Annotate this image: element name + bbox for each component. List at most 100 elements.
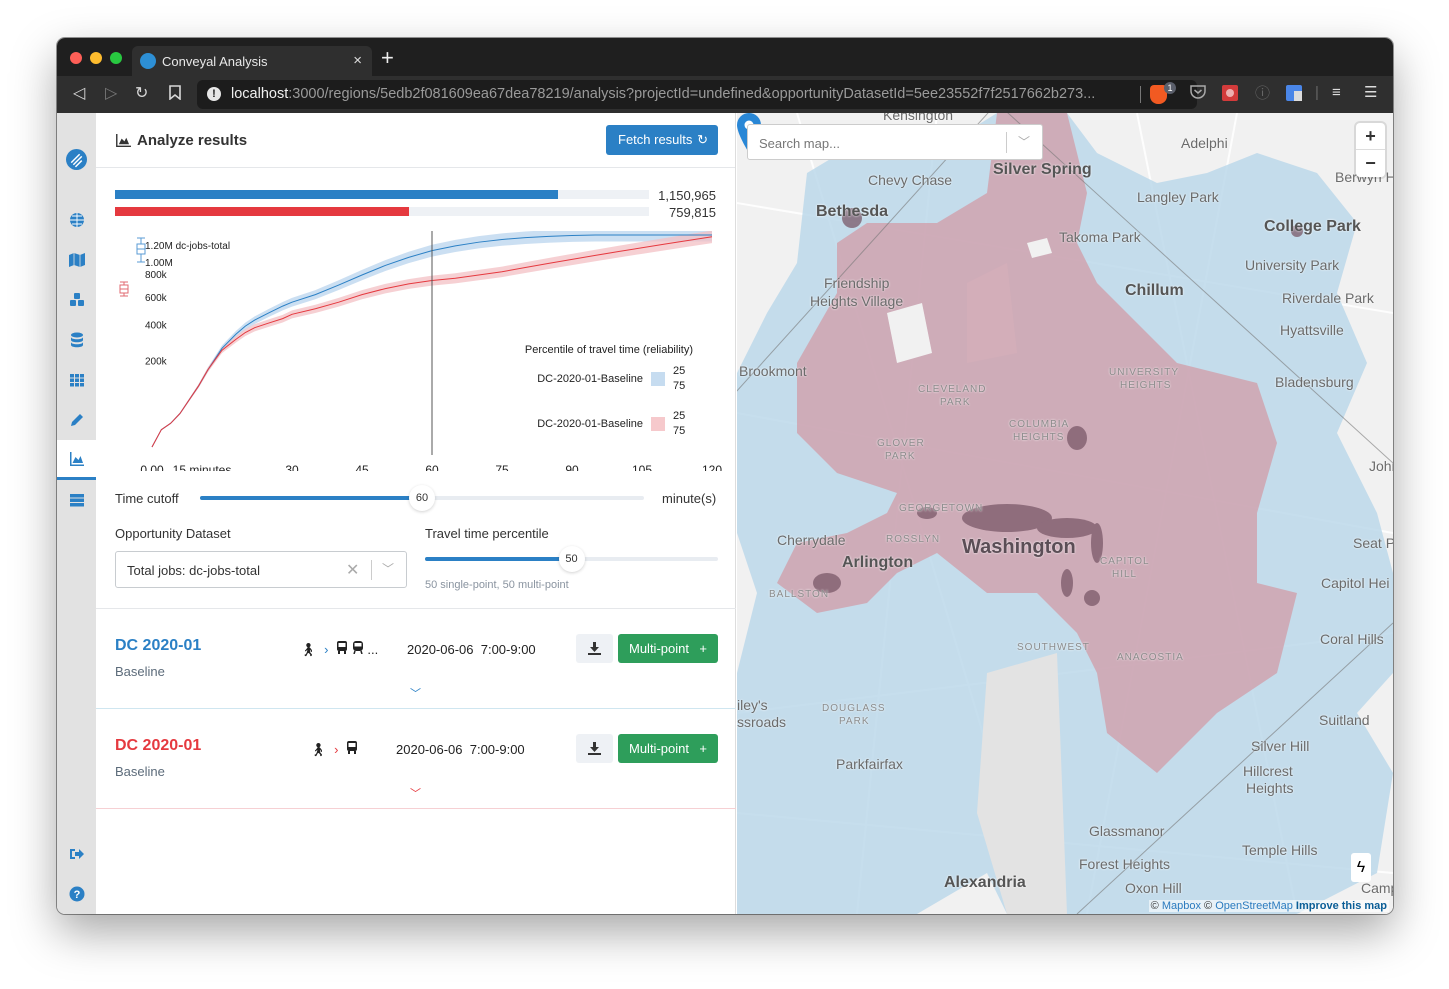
map-place-label: Arlington bbox=[842, 554, 914, 571]
map-place-label: Forest Heights bbox=[1079, 856, 1171, 872]
info-extension-icon[interactable]: ⓘ bbox=[1255, 85, 1270, 102]
map-place-label: GLOVER bbox=[877, 438, 925, 449]
chevron-down-icon[interactable]: ﹀ bbox=[1018, 133, 1030, 150]
project-name[interactable]: DC 2020-01 bbox=[115, 737, 201, 755]
extension-red-icon[interactable] bbox=[1222, 85, 1238, 105]
select-divider bbox=[371, 560, 372, 580]
reload-icon[interactable]: ↻ bbox=[135, 85, 148, 103]
project-row: DC 2020-01 Baseline 🚶︎ › 2020-06-06 7:00… bbox=[96, 709, 736, 809]
sidebar-item-projects[interactable] bbox=[57, 280, 96, 320]
zoom-out-button[interactable]: − bbox=[1356, 150, 1385, 177]
transit-modes: 🚶︎ › bbox=[310, 741, 358, 758]
improve-map-link[interactable]: Improve this map bbox=[1296, 900, 1387, 912]
project-date-time: 2020-06-06 7:00-9:00 bbox=[396, 742, 525, 757]
sidebar-item-help[interactable]: ? bbox=[57, 874, 96, 914]
osm-link[interactable]: OpenStreetMap bbox=[1215, 900, 1293, 912]
sidebar: ? bbox=[57, 113, 96, 914]
download-button[interactable] bbox=[576, 634, 613, 663]
map-place-label: Capitol Hei bbox=[1321, 575, 1390, 591]
fetch-results-label: Fetch results bbox=[618, 132, 693, 147]
project-divider bbox=[96, 808, 736, 809]
expand-chevron-icon[interactable]: ﹀ bbox=[410, 685, 421, 701]
url-text[interactable]: localhost:3000/regions/5edb2f081609ea67d… bbox=[231, 86, 1095, 102]
map-search-input[interactable]: Search map... ﹀ bbox=[747, 124, 1043, 160]
map-place-label: HEIGHTS bbox=[1120, 380, 1172, 391]
map-place-label: SOUTHWEST bbox=[1017, 642, 1090, 653]
map-place-label: College Park bbox=[1264, 218, 1361, 235]
globe-icon bbox=[69, 213, 84, 227]
chevron-down-icon[interactable]: ﹀ bbox=[382, 560, 394, 577]
bookmark-icon[interactable] bbox=[169, 85, 181, 105]
sidebar-item-regions[interactable] bbox=[57, 200, 96, 240]
map-place-label: HILL bbox=[1112, 569, 1138, 580]
x-tick-label: 120 bbox=[702, 463, 722, 471]
map-place-label: Bethesda bbox=[816, 203, 889, 220]
forward-icon[interactable]: ▷ bbox=[105, 85, 117, 103]
plus-icon: + bbox=[699, 741, 707, 756]
zoom-in-button[interactable]: + bbox=[1356, 123, 1385, 150]
map-place-label: HEIGHTS bbox=[1013, 432, 1065, 443]
close-window-button[interactable] bbox=[70, 52, 82, 64]
travel-percentile-slider[interactable]: 50 bbox=[425, 546, 718, 572]
menu-icon[interactable]: ☰ bbox=[1364, 84, 1377, 101]
mapbox-link[interactable]: Mapbox bbox=[1162, 900, 1201, 912]
sidebar-item-datasets[interactable] bbox=[57, 320, 96, 360]
translate-icon[interactable] bbox=[1286, 85, 1302, 105]
map-place-label: PARK bbox=[940, 397, 971, 408]
sidebar-item-grid[interactable] bbox=[57, 360, 96, 400]
project-name[interactable]: DC 2020-01 bbox=[115, 637, 201, 655]
minimize-window-button[interactable] bbox=[90, 52, 102, 64]
map-place-label: Chevy Chase bbox=[868, 172, 953, 188]
multi-point-button[interactable]: Multi-point + bbox=[618, 734, 718, 763]
time-cutoff-label: Time cutoff bbox=[115, 491, 179, 506]
accessibility-bar-fill bbox=[115, 207, 409, 216]
back-icon[interactable]: ◁ bbox=[73, 85, 85, 103]
map-place-label: PARK bbox=[839, 716, 870, 727]
zoom-control: + − bbox=[1356, 123, 1385, 177]
sidebar-item-logo[interactable] bbox=[57, 139, 96, 179]
media-queue-icon[interactable]: ≡ bbox=[1332, 84, 1341, 101]
opportunity-dataset-value: Total jobs: dc-jobs-total bbox=[127, 563, 260, 578]
time-cutoff-slider[interactable]: 60 bbox=[200, 485, 644, 511]
tab-close-icon[interactable]: × bbox=[353, 52, 362, 69]
site-info-icon[interactable]: ! bbox=[207, 87, 221, 101]
map-place-label: PARK bbox=[885, 451, 916, 462]
sidebar-item-logout[interactable] bbox=[57, 834, 96, 874]
map[interactable]: Kensington Adelphi Silver Spring Chevy Chas… bbox=[737, 113, 1393, 914]
x-tick-label: 90 bbox=[565, 463, 579, 471]
map-place-label: Silver Spring bbox=[993, 161, 1092, 178]
app: ? Analyze results Fetch results ↻ 1,150,… bbox=[57, 113, 1393, 914]
x-tick-label: 105 bbox=[632, 463, 652, 471]
maximize-window-button[interactable] bbox=[110, 52, 122, 64]
legend-swatch bbox=[651, 372, 665, 386]
fetch-results-button[interactable]: Fetch results ↻ bbox=[606, 125, 718, 155]
travel-percentile-thumb[interactable]: 50 bbox=[558, 546, 585, 572]
sidebar-item-map[interactable] bbox=[57, 240, 96, 280]
map-place-label: Bladensburg bbox=[1275, 374, 1354, 390]
expand-chevron-icon[interactable]: ﹀ bbox=[410, 785, 421, 801]
url-bar[interactable]: ! localhost:3000/regions/5edb2f081609ea6… bbox=[197, 80, 1197, 109]
legend-low-label: 25 bbox=[673, 365, 685, 377]
new-tab-button[interactable]: + bbox=[381, 47, 394, 69]
map-place-label: CLEVELAND bbox=[918, 384, 987, 395]
sidebar-item-analysis[interactable] bbox=[57, 440, 96, 480]
clear-icon[interactable]: ✕ bbox=[346, 560, 359, 580]
sidebar-item-edit[interactable] bbox=[57, 400, 96, 440]
sidebar-item-regional[interactable] bbox=[57, 480, 96, 520]
map-icon bbox=[68, 253, 85, 267]
bus-icon bbox=[347, 741, 358, 754]
chevron-right-icon: › bbox=[324, 642, 329, 657]
map-search-placeholder: Search map... bbox=[759, 136, 840, 151]
opportunity-dataset-select[interactable]: Total jobs: dc-jobs-total ✕ ﹀ bbox=[115, 551, 407, 588]
map-place-label: John Ha bbox=[1369, 458, 1393, 474]
download-button[interactable] bbox=[576, 734, 613, 763]
pocket-icon[interactable] bbox=[1190, 85, 1206, 103]
map-place-label: Alexandria bbox=[944, 874, 1026, 891]
project-row: DC 2020-01 Baseline 🚶︎ › ... 2020-06-06 … bbox=[96, 609, 736, 709]
time-cutoff-thumb[interactable]: 60 bbox=[409, 485, 435, 511]
legend-low-label: 25 bbox=[673, 410, 685, 422]
multi-point-button[interactable]: Multi-point + bbox=[618, 634, 718, 663]
map-place-label: Glassmanor bbox=[1089, 823, 1165, 839]
browser-tab[interactable]: Conveyal Analysis × bbox=[132, 46, 372, 76]
lightning-icon[interactable]: ϟ bbox=[1351, 853, 1371, 882]
